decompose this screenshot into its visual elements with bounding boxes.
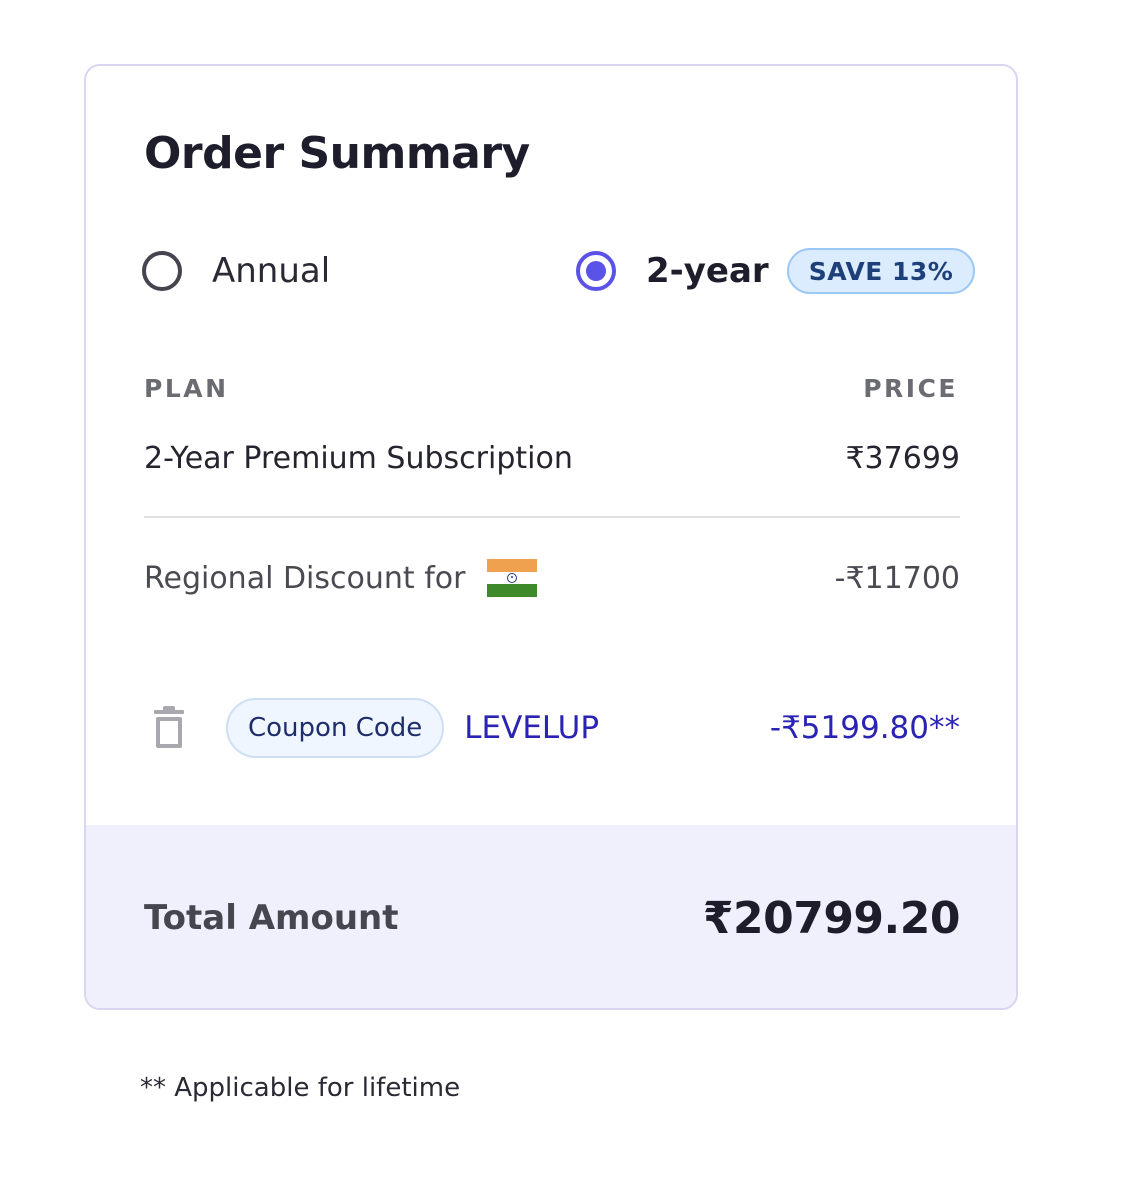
order-summary-card: Order Summary Annual 2-year SAVE 13% PLA… — [84, 64, 1018, 1010]
divider — [144, 516, 960, 518]
regional-discount-row: Regional Discount for -₹11700 — [144, 556, 960, 600]
two-year-radio[interactable] — [576, 251, 616, 291]
price-column-header: PRICE — [863, 374, 958, 403]
total-amount: ₹20799.20 — [702, 893, 961, 944]
plan-name: 2-Year Premium Subscription — [144, 440, 573, 476]
regional-discount-label: Regional Discount for — [144, 560, 466, 596]
regional-discount-amount: -₹11700 — [834, 560, 960, 596]
coupon-code-value: LEVELUP — [464, 710, 600, 746]
regional-discount-label-group: Regional Discount for — [144, 559, 538, 597]
plan-option-annual[interactable]: Annual — [142, 246, 330, 296]
plan-price: ₹37699 — [845, 440, 960, 476]
coupon-code-chip: Coupon Code — [226, 698, 445, 758]
two-year-label: 2-year — [646, 251, 769, 291]
total-label: Total Amount — [144, 898, 399, 938]
save-badge: SAVE 13% — [786, 248, 976, 294]
coupon-row: Coupon Code LEVELUP -₹5199.80** — [144, 696, 960, 760]
plan-line-item: 2-Year Premium Subscription ₹37699 — [144, 436, 960, 480]
order-summary-title: Order Summary — [144, 128, 530, 179]
total-section: Total Amount ₹20799.20 — [86, 825, 1016, 1008]
trash-icon[interactable] — [152, 706, 186, 750]
footnote: ** Applicable for lifetime — [140, 1073, 461, 1103]
india-flag-icon — [487, 559, 538, 597]
coupon-discount-amount: -₹5199.80** — [769, 710, 960, 746]
annual-radio[interactable] — [142, 251, 182, 291]
coupon-left-group: Coupon Code LEVELUP — [144, 698, 599, 758]
plan-option-2-year[interactable]: 2-year SAVE 13% — [576, 246, 976, 296]
annual-label: Annual — [212, 251, 331, 291]
plan-column-header: PLAN — [144, 374, 229, 403]
